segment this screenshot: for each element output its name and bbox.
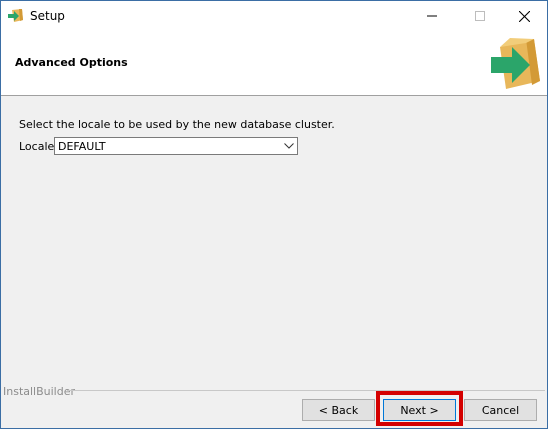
locale-instruction: Select the locale to be used by the new … — [19, 118, 335, 131]
next-button[interactable]: Next > — [383, 399, 456, 421]
setup-box-arrow-icon — [7, 7, 25, 25]
chevron-down-icon[interactable] — [282, 139, 296, 153]
header-banner: Advanced Options — [1, 31, 547, 96]
window-title: Setup — [30, 9, 65, 23]
cancel-button[interactable]: Cancel — [464, 399, 537, 421]
installbuilder-brand: InstallBuilder — [3, 385, 76, 398]
maximize-icon — [475, 11, 485, 21]
minimize-icon — [427, 15, 437, 17]
close-button[interactable] — [501, 1, 547, 31]
page-title: Advanced Options — [15, 56, 128, 69]
box-arrow-icon — [490, 35, 544, 91]
setup-window: Setup Advanced Options Select the locale… — [0, 0, 548, 429]
footer-divider — [67, 390, 545, 391]
maximize-button[interactable] — [457, 1, 503, 31]
minimize-button[interactable] — [409, 1, 455, 31]
close-icon — [518, 10, 530, 22]
title-bar: Setup — [1, 1, 547, 31]
locale-select[interactable]: DEFAULT — [54, 137, 298, 155]
locale-select-value: DEFAULT — [58, 140, 106, 153]
locale-label: Locale — [19, 140, 55, 153]
back-button[interactable]: < Back — [302, 399, 375, 421]
